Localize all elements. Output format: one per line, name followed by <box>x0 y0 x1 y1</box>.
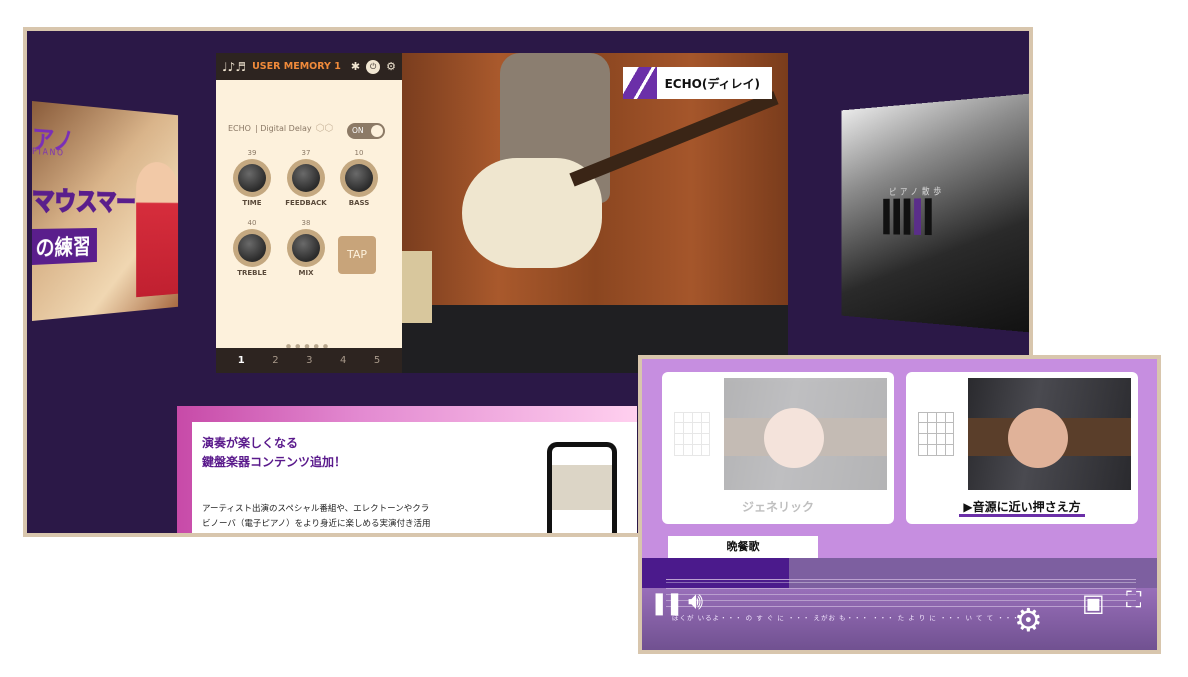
piano-walk-title: ピアノ散歩 <box>888 186 946 198</box>
knob-dial[interactable] <box>233 229 271 267</box>
chord-player-frame: ジェネリック ▶音源に近い押さえ方 晩餐歌 ぼくが いるよ・・・ の す ぐ に… <box>638 355 1161 654</box>
knob-dial[interactable] <box>287 159 325 197</box>
pause-icon[interactable]: ❚❚ <box>650 591 684 616</box>
knob-treble[interactable]: 40 TREBLE <box>229 219 275 277</box>
thumbnail-practice-label: の練習 <box>32 227 97 265</box>
toggle-knob <box>371 125 383 137</box>
logo-key <box>914 198 921 235</box>
settings-icon[interactable]: ⚙ <box>1014 601 1043 639</box>
effect-on-toggle[interactable]: ON <box>347 123 385 139</box>
tap-tempo-button[interactable]: TAP <box>338 236 376 274</box>
banner-body-line1: アーティスト出演のスペシャル番組や、エレクトーンやクラ <box>202 504 430 514</box>
banner-headline: 演奏が楽しくなる 鍵盤楽器コンテンツ追加！ <box>202 434 346 471</box>
chord-card-label: ジェネリック <box>741 500 814 514</box>
chord-hand-photo <box>968 378 1131 490</box>
knob-label: FEEDBACK <box>285 199 327 207</box>
app-header: ♩♪♬ USER MEMORY 1 ✱ ⏻ ⚙ <box>216 53 402 80</box>
hexagon-icon: ⬡⬡ <box>315 123 334 134</box>
guitar-demo-video[interactable]: ECHO(ディレイ) <box>402 53 788 373</box>
knob-mix[interactable]: 38 MIX <box>283 219 329 277</box>
toggle-label: ON <box>352 126 364 135</box>
effect-subtitle: | Digital Delay <box>254 124 312 133</box>
knob-bass[interactable]: 10 BASS <box>336 149 382 207</box>
banner-body-line2: ビノーバ（電子ピアノ）をより身近に楽しめる実演付き活用 <box>202 519 431 530</box>
chord-card-label: ▶音源に近い押さえ方 <box>906 498 1138 517</box>
banner-headline-line2: 鍵盤楽器コンテンツ追加！ <box>202 454 347 469</box>
effect-title-row: ECHO | Digital Delay ⬡⬡ <box>228 123 333 134</box>
banner-headline-line1: 演奏が楽しくなる <box>202 436 299 450</box>
guitars-icon[interactable]: ♩♪♬ <box>222 60 246 74</box>
knob-label: TIME <box>242 199 262 207</box>
effect-name: ECHO <box>228 124 251 133</box>
knob-label: MIX <box>298 269 314 277</box>
fullscreen-icon[interactable]: ⛶ <box>1126 588 1141 613</box>
logo-key <box>924 198 932 236</box>
effect-badge-label: ECHO(ディレイ) <box>664 76 760 91</box>
memory-tab-1[interactable]: 1 <box>238 355 245 366</box>
user-memory-title[interactable]: USER MEMORY 1 <box>252 61 345 72</box>
amplifier <box>402 251 432 323</box>
knob-value: 40 <box>247 219 257 227</box>
keyboard-content-banner[interactable]: 演奏が楽しくなる 鍵盤楽器コンテンツ追加！ アーティスト出演のスペシャル番組や、… <box>177 406 637 533</box>
knob-value: 38 <box>301 219 311 227</box>
chord-card-source-fingering[interactable]: ▶音源に近い押さえ方 <box>906 372 1138 524</box>
knob-value: 37 <box>301 149 311 157</box>
knob-label: TREBLE <box>237 269 267 277</box>
music-score <box>666 579 1136 607</box>
knob-value: 10 <box>354 149 364 157</box>
chord-diagram <box>918 412 954 456</box>
logo-key <box>883 198 890 235</box>
chord-card-generic[interactable]: ジェネリック <box>662 372 894 524</box>
picture-in-picture-icon[interactable]: ▣ <box>1082 589 1105 617</box>
piano-walk-thumbnail[interactable]: ピアノ散歩 <box>841 93 1029 333</box>
volume-icon[interactable]: 🔊︎ <box>688 587 703 615</box>
logo-key <box>903 198 911 235</box>
piano-keys-logo <box>883 198 932 236</box>
piano-lesson-thumbnail[interactable]: アノ PIANO マウスマーチ の練習 <box>32 101 179 321</box>
memory-tab-2[interactable]: 2 <box>272 355 278 366</box>
effect-badge: ECHO(ディレイ) <box>622 67 772 99</box>
thumbnail-subtitle: PIANO <box>32 147 65 159</box>
effects-app-panel: ♩♪♬ USER MEMORY 1 ✱ ⏻ ⚙ ECHO | Digital D… <box>216 53 402 373</box>
knob-label: BASS <box>348 199 370 207</box>
badge-stripe <box>622 67 657 99</box>
memory-tab-bar: 1 2 3 4 5 <box>216 348 402 373</box>
chord-card-label-text: ▶音源に近い押さえ方 <box>959 500 1085 517</box>
bluetooth-icon[interactable]: ✱ <box>351 60 360 73</box>
promo-collage: アノ PIANO マウスマーチ の練習 ピアノ散歩 ♩♪♬ USER MEMOR… <box>0 0 1188 677</box>
knob-dial[interactable] <box>340 159 378 197</box>
knob-time[interactable]: 39 TIME <box>229 149 275 207</box>
memory-tab-4[interactable]: 4 <box>340 355 346 366</box>
knob-dial[interactable] <box>287 229 325 267</box>
chord-hand-photo <box>724 378 887 490</box>
power-icon[interactable]: ⏻ <box>366 59 381 74</box>
memory-tab-3[interactable]: 3 <box>306 355 312 366</box>
gear-icon[interactable]: ⚙ <box>386 60 396 73</box>
phone-mockup <box>547 442 617 533</box>
banner-body: アーティスト出演のスペシャル番組や、エレクトーンやクラ ビノーバ（電子ピアノ）を… <box>202 502 532 533</box>
performer-figure <box>136 161 179 298</box>
chord-diagram <box>674 412 710 456</box>
knob-value: 39 <box>247 149 257 157</box>
knob-feedback[interactable]: 37 FEEDBACK <box>283 149 329 207</box>
lyrics-line: ぼくが いるよ・・・ の す ぐ に ・・・ えがお も・・・ ・・・ た よ … <box>672 614 1020 622</box>
song-title-tab[interactable]: 晩餐歌 <box>668 536 818 558</box>
knob-dial[interactable] <box>233 159 271 197</box>
memory-tab-5[interactable]: 5 <box>374 355 380 366</box>
logo-key <box>893 198 900 235</box>
banner-card: 演奏が楽しくなる 鍵盤楽器コンテンツ追加！ アーティスト出演のスペシャル番組や、… <box>192 422 637 533</box>
